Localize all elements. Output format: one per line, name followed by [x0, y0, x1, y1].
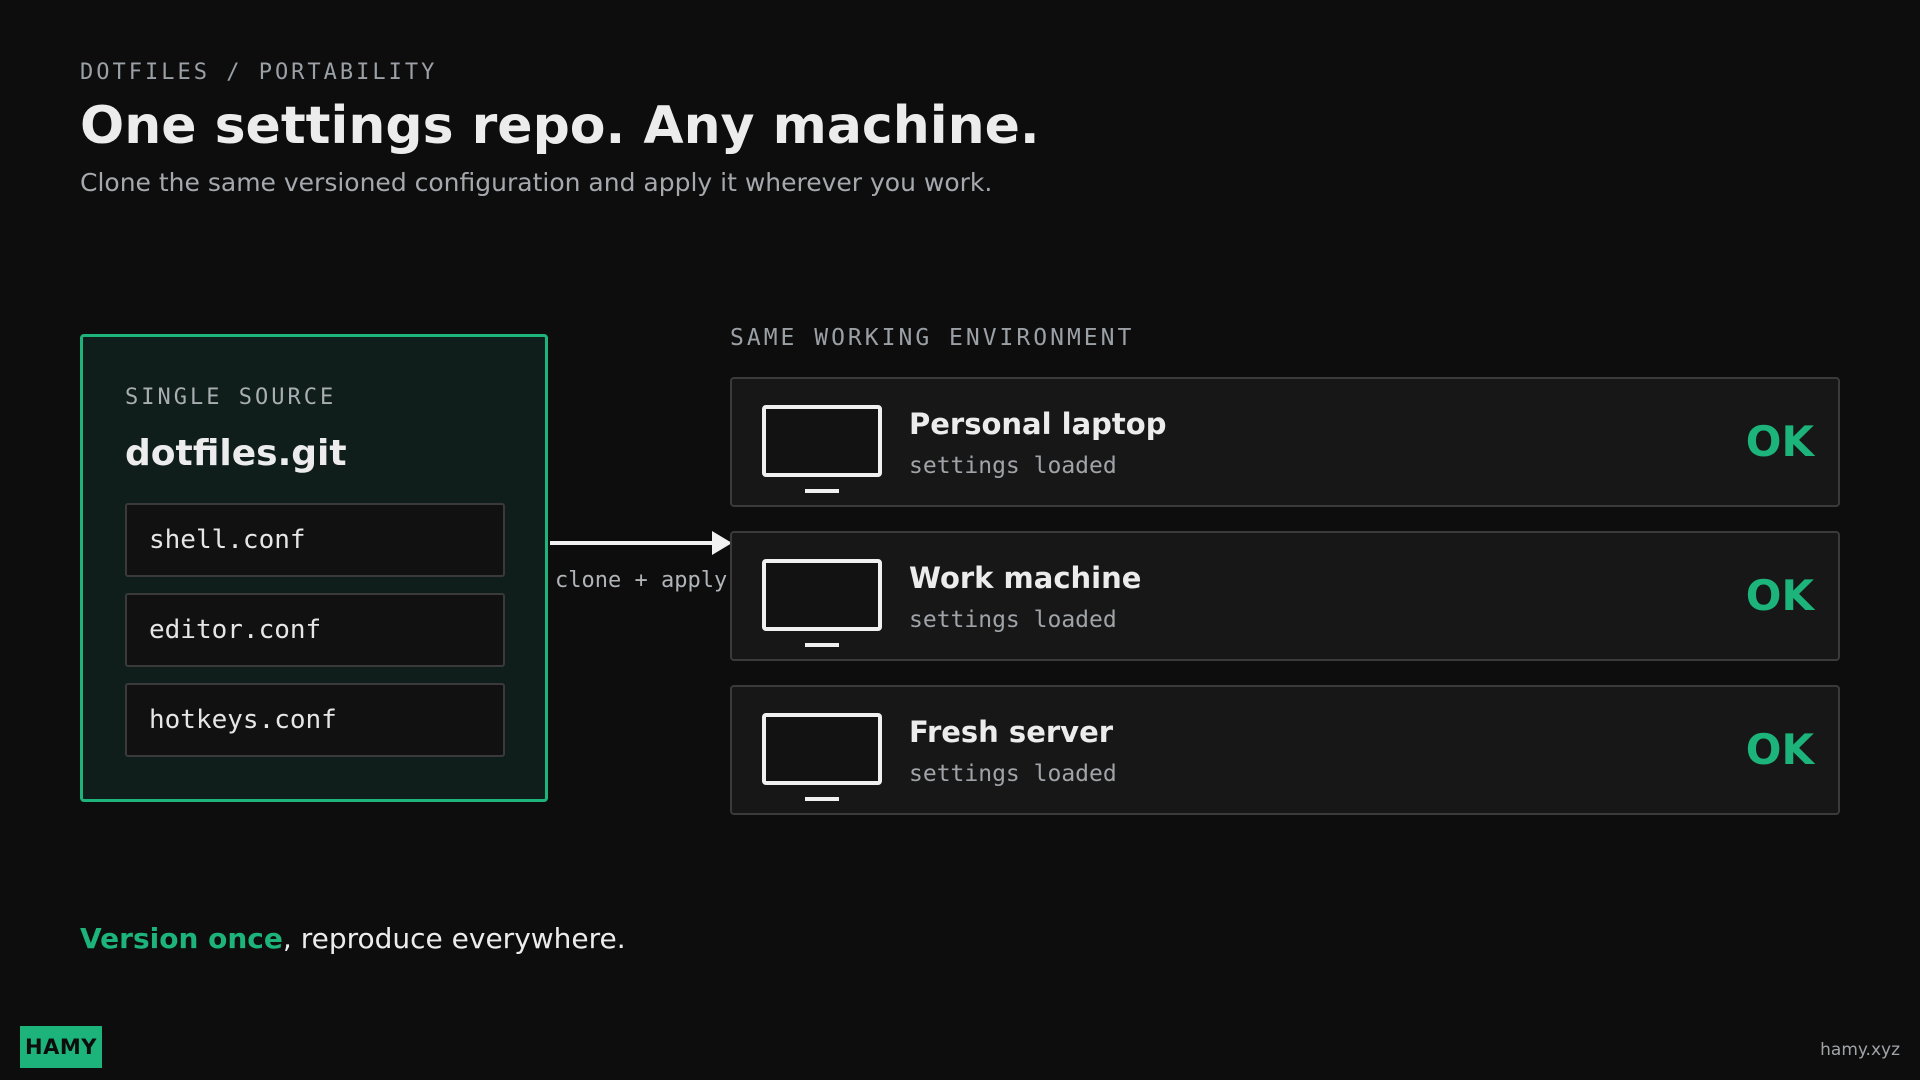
- arrow-label: clone + apply: [555, 568, 728, 593]
- clone-arrow-line: [550, 541, 716, 545]
- file-item-hotkeys: hotkeys.conf: [125, 683, 505, 757]
- page-subtitle: Clone the same versioned configuration a…: [80, 168, 993, 197]
- breadcrumb: DOTFILES / PORTABILITY: [80, 60, 438, 85]
- status-badge: OK: [1745, 417, 1814, 466]
- arrow-right-icon: [712, 531, 732, 555]
- file-item-editor: editor.conf: [125, 593, 505, 667]
- tagline-accent: Version once: [80, 922, 283, 955]
- tagline: Version once, reproduce everywhere.: [80, 922, 626, 955]
- machine-card-personal-laptop: Personal laptop settings loaded OK: [730, 377, 1840, 507]
- monitor-icon: [762, 713, 882, 803]
- source-card: SINGLE SOURCE dotfiles.git shell.conf ed…: [80, 334, 548, 802]
- site-url: hamy.xyz: [1820, 1040, 1900, 1060]
- file-item-shell: shell.conf: [125, 503, 505, 577]
- machine-status-text: settings loaded: [909, 761, 1117, 787]
- tagline-rest: , reproduce everywhere.: [282, 922, 626, 955]
- environment-label: SAME WORKING ENVIRONMENT: [730, 325, 1135, 351]
- file-list: shell.conf editor.conf hotkeys.conf: [125, 503, 505, 773]
- monitor-icon: [762, 559, 882, 649]
- monitor-icon: [762, 405, 882, 495]
- machine-status-text: settings loaded: [909, 607, 1117, 633]
- page-title: One settings repo. Any machine.: [80, 96, 1040, 156]
- source-label: SINGLE SOURCE: [125, 385, 337, 410]
- machine-name: Work machine: [909, 561, 1142, 595]
- environment-list: Personal laptop settings loaded OK Work …: [730, 377, 1840, 839]
- machine-card-fresh-server: Fresh server settings loaded OK: [730, 685, 1840, 815]
- machine-card-work-machine: Work machine settings loaded OK: [730, 531, 1840, 661]
- status-badge: OK: [1745, 571, 1814, 620]
- machine-name: Fresh server: [909, 715, 1114, 749]
- slide: DOTFILES / PORTABILITY One settings repo…: [0, 0, 1920, 1080]
- source-repo-name: dotfiles.git: [125, 433, 347, 474]
- machine-status-text: settings loaded: [909, 453, 1117, 479]
- brand-logo: HAMY: [20, 1026, 102, 1068]
- machine-name: Personal laptop: [909, 407, 1167, 441]
- status-badge: OK: [1745, 725, 1814, 774]
